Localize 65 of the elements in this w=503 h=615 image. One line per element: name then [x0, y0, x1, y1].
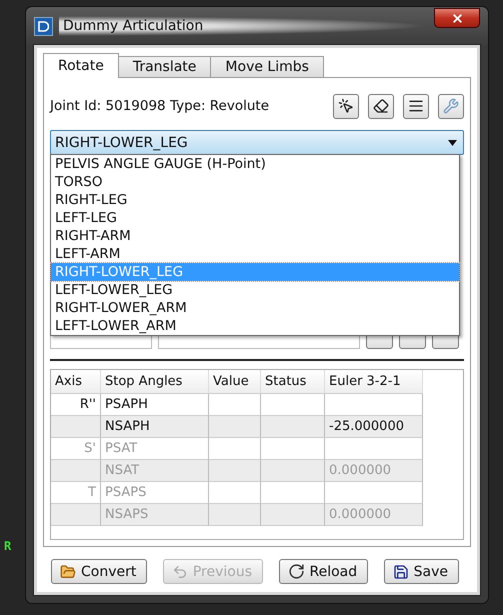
background-label: R — [3, 539, 12, 553]
dropdown-option[interactable]: LEFT-LEG — [51, 209, 459, 227]
table-cell: NSAPH — [101, 416, 209, 438]
undo-icon — [172, 564, 188, 580]
reload-button[interactable]: Reload — [278, 559, 368, 584]
tab[interactable]: Rotate — [43, 53, 119, 78]
reload-icon — [288, 563, 304, 580]
table-cell — [261, 438, 325, 460]
tab[interactable]: Move Limbs — [210, 56, 324, 78]
eraser-icon — [373, 98, 389, 114]
table-cell — [51, 504, 101, 526]
dropdown-option[interactable]: TORSO — [51, 173, 459, 191]
table-cell: PSAT — [101, 438, 209, 460]
caret-icon — [448, 140, 457, 146]
table-cell: NSAPS — [101, 504, 209, 526]
table-cell — [51, 460, 101, 482]
close-icon — [450, 12, 464, 24]
table-cell: NSAT — [101, 460, 209, 482]
dropdown-option[interactable]: LEFT-ARM — [51, 245, 459, 263]
table-cell: 0.000000 — [325, 460, 423, 482]
table-cell — [209, 416, 261, 438]
table-cell: PSAPH — [101, 394, 209, 416]
toolbar-button[interactable] — [333, 94, 359, 118]
table-cell — [261, 460, 325, 482]
table-cell: 0.000000 — [325, 504, 423, 526]
dropdown-option[interactable]: PELVIS ANGLE GAUGE (H-Point) — [51, 155, 459, 173]
dropdown-option[interactable]: LEFT-LOWER_LEG — [51, 281, 459, 299]
table-cell — [209, 460, 261, 482]
joint-info: Joint Id: 5019098 Type: Revolute — [50, 98, 270, 114]
column-header: Value — [209, 370, 261, 394]
table-cell — [209, 394, 261, 416]
table-cell: PSAPS — [101, 482, 209, 504]
pointer-click-icon — [338, 98, 354, 114]
table-cell: S' — [51, 438, 101, 460]
dropdown-option[interactable]: RIGHT-LOWER_ARM — [51, 299, 459, 317]
tab[interactable]: Translate — [118, 56, 212, 78]
table-cell — [261, 504, 325, 526]
wrench-icon — [443, 98, 459, 114]
table-cell — [261, 416, 325, 438]
table-cell — [209, 504, 261, 526]
table-cell — [209, 482, 261, 504]
folder-icon — [60, 564, 76, 580]
menu-icon — [408, 98, 424, 114]
column-header: Status — [261, 370, 325, 394]
dropdown-option[interactable]: RIGHT-LEG — [51, 191, 459, 209]
table-cell: T — [51, 482, 101, 504]
toolbar-button[interactable] — [368, 94, 394, 118]
table-cell — [51, 416, 101, 438]
segment-dropdown[interactable]: RIGHT-LOWER_LEG — [50, 130, 464, 155]
save-icon — [392, 564, 409, 580]
table-cell — [261, 394, 325, 416]
toolbar-button[interactable] — [403, 94, 429, 118]
close-button[interactable] — [434, 8, 480, 28]
table-cell: -25.000000 — [325, 416, 423, 438]
dropdown-option[interactable]: RIGHT-ARM — [51, 227, 459, 245]
column-header: Stop Angles — [101, 370, 209, 394]
table-cell — [209, 438, 261, 460]
app-icon — [34, 16, 53, 36]
dropdown-option[interactable]: LEFT-LOWER_ARM — [51, 317, 459, 335]
column-header: Euler 3-2-1 — [325, 370, 423, 394]
save-button[interactable]: Save — [384, 559, 459, 584]
table-cell — [261, 482, 325, 504]
table-cell: R'' — [51, 394, 101, 416]
column-header: Axis — [51, 370, 101, 394]
convert-button[interactable]: Convert — [51, 559, 148, 584]
